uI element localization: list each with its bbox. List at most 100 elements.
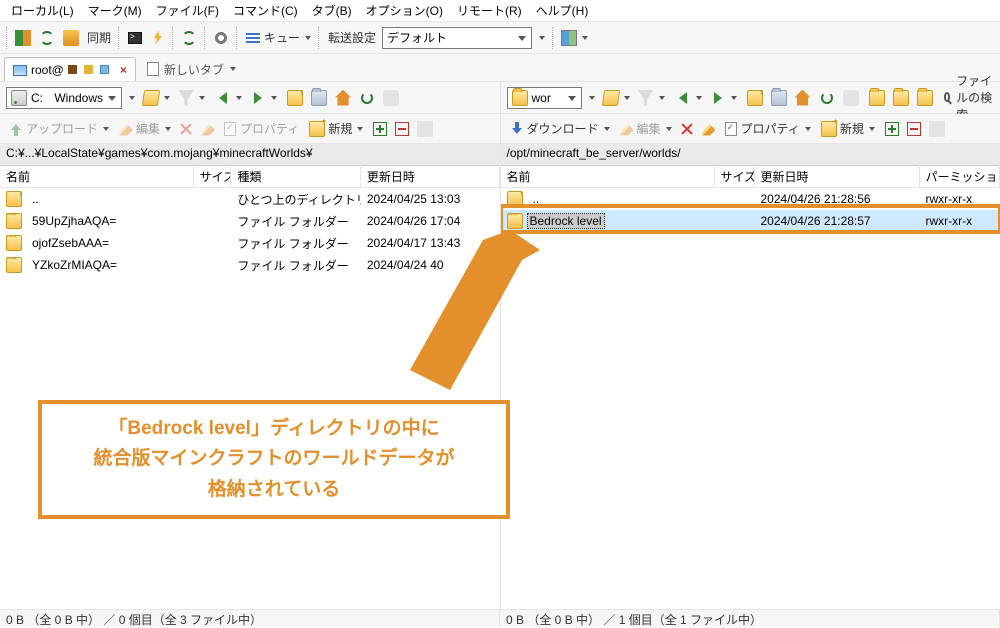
remote-minus-button[interactable] [904,116,924,142]
local-home-button[interactable] [332,85,354,111]
remote-fav3[interactable] [914,85,936,111]
menu-tab[interactable]: タブ(B) [305,0,359,21]
remote-plus-button[interactable] [882,116,902,142]
menu-remote[interactable]: リモート(R) [450,0,529,21]
remote-address[interactable]: /opt/minecraft_be_server/worlds/ [501,144,1000,166]
local-nav-fwd[interactable] [247,85,280,111]
col-perm[interactable]: パーミッション [920,165,1000,188]
remote-fav2[interactable] [890,85,912,111]
transfer-settings-button[interactable] [534,25,548,51]
local-rename-button[interactable] [198,116,218,142]
local-minus-button[interactable] [392,116,412,142]
remote-props-button[interactable]: プロパティ [721,116,814,142]
close-tab-icon[interactable]: × [120,63,127,77]
remote-home-button[interactable] [792,85,814,111]
remote-edit-button[interactable]: 編集 [617,116,675,142]
remote-refresh-button[interactable] [816,85,838,111]
col-name[interactable]: 名前 [0,165,194,188]
remote-drive-bar: wor ファイルの検索 [501,82,1000,114]
local-refresh-button[interactable] [356,85,378,111]
sync-button1[interactable] [36,25,58,51]
remote-nav-back[interactable] [672,85,705,111]
local-props-button[interactable]: プロパティ [220,116,302,142]
menu-option[interactable]: オプション(O) [359,0,450,21]
transfer-preset-combo[interactable]: デフォルト [382,27,532,49]
sync-label-button[interactable]: 同期 [84,25,114,51]
local-file-list[interactable]: .. ひとつ上のディレクトリ 2024/04/25 13:03 59UpZjha… [0,188,500,609]
local-sync-browse-button[interactable] [380,85,402,111]
remote-bookmark-button[interactable] [926,116,948,142]
status-local: 0 B （全 0 B 中） ／ 0 個目（全 3 ファイル中） [0,610,500,627]
local-root-button[interactable] [308,85,330,111]
remote-drive-dd[interactable] [584,85,598,111]
menu-command[interactable]: コマンド(C) [226,0,305,21]
menu-help[interactable]: ヘルプ(H) [529,0,596,21]
remote-sync-browse-button[interactable] [840,85,862,111]
gear-icon [214,31,228,45]
remote-new-button[interactable]: 新規 [818,116,878,142]
local-drive-combo[interactable]: C: Windows [6,87,122,109]
local-open-button[interactable] [140,85,173,111]
sync-icon [182,31,196,45]
new-tab-button[interactable]: 新しいタブ [138,57,244,81]
col-name[interactable]: 名前 [501,165,715,188]
remote-file-list[interactable]: .. 2024/04/26 21:28:56 rwxr-xr-x Bedrock… [501,188,1000,609]
local-plus-button[interactable] [370,116,390,142]
menu-local[interactable]: ローカル(L) [4,0,81,21]
local-parent-button[interactable] [284,85,306,111]
remote-root-button[interactable] [768,85,790,111]
bolt-button[interactable] [148,25,168,51]
edit-icon [620,122,634,136]
local-new-button[interactable]: 新規 [306,116,366,142]
remote-drive-combo[interactable]: wor [507,87,582,109]
remote-parent-button[interactable] [744,85,766,111]
layout-button[interactable] [558,25,591,51]
menu-file[interactable]: ファイル(F) [149,0,226,21]
col-size[interactable]: サイズ [194,165,232,188]
remote-filter-button[interactable] [635,85,668,111]
plus-icon [885,122,899,136]
terminal-button[interactable] [124,25,146,51]
sync-mirror-button[interactable] [60,25,82,51]
remote-rename-button[interactable] [699,116,719,142]
queue-icon [246,33,260,43]
local-delete-button[interactable] [176,116,196,142]
local-drive-dd[interactable] [124,85,138,111]
remote-open-button[interactable] [600,85,633,111]
col-type[interactable]: 種類 [231,165,360,188]
session-tab-bar: root@ × 新しいタブ [0,54,1000,82]
remote-nav-fwd[interactable] [707,85,740,111]
rename-icon [702,122,716,136]
menu-mark[interactable]: マーク(M) [81,0,149,21]
local-filter-button[interactable] [175,85,208,111]
file-row[interactable]: YZkoZrMIAQA= ファイル フォルダー 2024/04/24 40 [0,254,500,276]
session-tab[interactable]: root@ × [4,57,136,81]
sync-compare-button[interactable] [12,25,34,51]
props-icon [224,122,236,136]
local-address[interactable]: C:¥...¥LocalState¥games¥com.mojang¥minec… [0,144,500,166]
local-nav-back[interactable] [212,85,245,111]
remote-delete-button[interactable] [677,116,697,142]
settings-button[interactable] [210,25,232,51]
parent-dir-row[interactable]: .. 2024/04/26 21:28:56 rwxr-xr-x [501,188,1000,210]
col-date[interactable]: 更新日時 [361,165,500,188]
local-bookmark-button[interactable] [414,116,436,142]
folder-icon [512,90,528,106]
upload-button[interactable]: アップロード [6,116,112,142]
layout-icon [561,30,577,46]
status-bar: 0 B （全 0 B 中） ／ 0 個目（全 3 ファイル中） 0 B （全 0… [0,609,1000,627]
download-button[interactable]: ダウンロード [507,116,613,142]
file-row[interactable]: ojofZsebAAA= ファイル フォルダー 2024/04/17 13:43 [0,232,500,254]
col-size[interactable]: サイズ [715,165,755,188]
remote-fav1[interactable] [866,85,888,111]
local-edit-button[interactable]: 編集 [116,116,174,142]
sync-toggle-button[interactable] [178,25,200,51]
top-toolbar: 同期 キュー 転送設定 デフォルト [0,22,1000,54]
file-row-selected[interactable]: Bedrock level 2024/04/26 21:28:57 rwxr-x… [501,210,1000,232]
queue-button[interactable]: キュー [242,25,314,51]
home-icon [795,90,811,106]
find-files-button[interactable]: ファイルの検索 [940,85,997,111]
parent-dir-row[interactable]: .. ひとつ上のディレクトリ 2024/04/25 13:03 [0,188,500,210]
col-date[interactable]: 更新日時 [755,165,920,188]
file-row[interactable]: 59UpZjhaAQA= ファイル フォルダー 2024/04/26 17:04 [0,210,500,232]
